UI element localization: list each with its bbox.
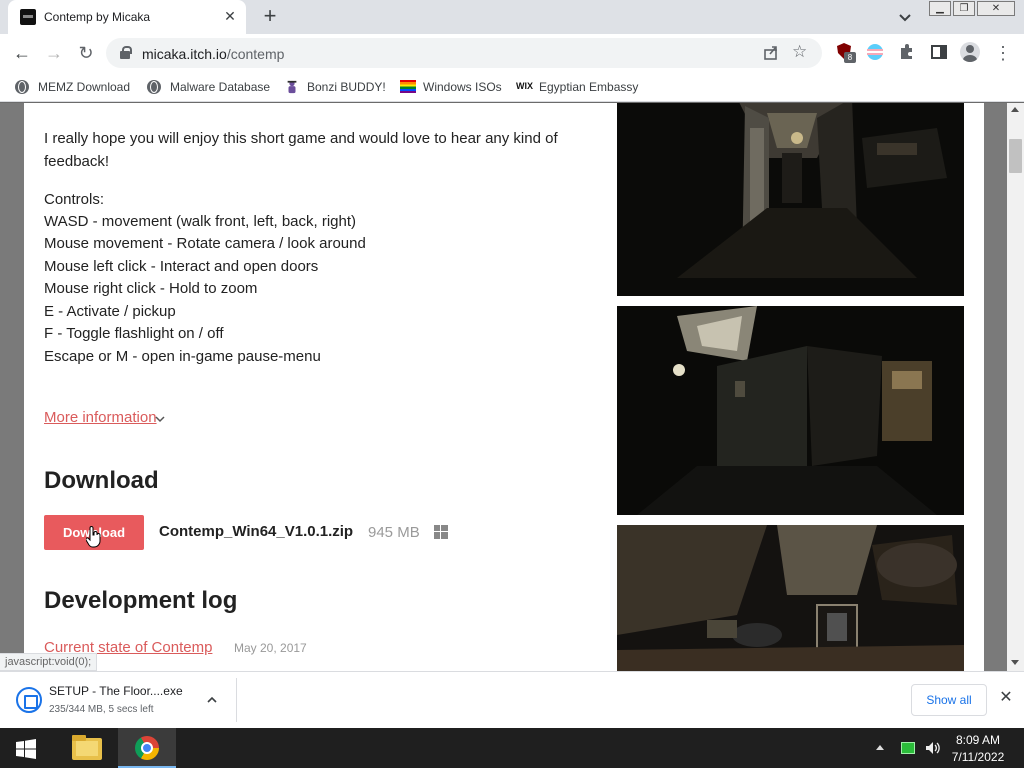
bookmark-label: Windows ISOs xyxy=(423,80,502,94)
share-icon[interactable] xyxy=(762,44,780,62)
bookmark-label: Egyptian Embassy xyxy=(539,80,639,94)
chevron-up-icon[interactable] xyxy=(206,694,218,706)
control-line: Mouse right click - Hold to zoom xyxy=(44,280,258,297)
installer-file-icon[interactable] xyxy=(16,687,42,713)
rainbow-flag-icon xyxy=(400,80,416,93)
windows-taskbar: 8:09 AM 7/11/2022 xyxy=(0,728,1024,768)
forward-button[interactable]: → xyxy=(42,41,66,65)
game-screenshot-3[interactable] xyxy=(617,525,964,671)
game-screenshot-2[interactable] xyxy=(617,306,964,515)
tab-search-chevron-icon[interactable] xyxy=(896,8,914,26)
bookmarks-bar: MEMZ Download Malware Database Bonzi BUD… xyxy=(0,72,1024,102)
development-log-heading: Development log xyxy=(44,587,238,614)
ublock-badge: 8 xyxy=(844,52,856,63)
scrollbar-thumb[interactable] xyxy=(1009,139,1022,173)
bookmark-label: MEMZ Download xyxy=(38,80,131,94)
controls-heading: Controls: xyxy=(44,191,105,208)
new-tab-button[interactable]: + xyxy=(258,5,282,29)
devlog-entry-date: May 20, 2017 xyxy=(234,641,307,655)
trans-flag-extension-icon[interactable] xyxy=(866,43,884,61)
network-icon[interactable] xyxy=(901,742,915,754)
control-line: E - Activate / pickup xyxy=(44,303,176,320)
shelf-divider xyxy=(236,678,237,722)
bookmark-star-icon[interactable]: ☆ xyxy=(792,42,807,62)
profile-avatar-icon[interactable] xyxy=(960,42,980,62)
more-information-link[interactable]: More information xyxy=(44,409,157,426)
maximize-button[interactable]: ❐ xyxy=(953,1,975,16)
show-hidden-icons-icon[interactable] xyxy=(876,745,884,750)
game-page-panel: I really hope you will enjoy this short … xyxy=(24,103,984,671)
globe-icon xyxy=(147,80,161,94)
lock-icon[interactable] xyxy=(120,46,132,59)
reload-button[interactable]: ↻ xyxy=(74,41,98,65)
url-path: /contemp xyxy=(226,46,285,62)
wix-icon: WIX xyxy=(516,81,533,91)
game-screenshot-1[interactable] xyxy=(617,103,964,296)
control-line: Escape or M - open in-game pause-menu xyxy=(44,348,321,365)
file-explorer-icon[interactable] xyxy=(66,728,108,768)
chrome-icon xyxy=(135,736,159,760)
close-shelf-icon[interactable]: ✕ xyxy=(999,690,1013,706)
hand-cursor-icon xyxy=(86,526,101,548)
show-all-downloads-button[interactable]: Show all xyxy=(911,684,987,716)
ublock-extension-icon[interactable]: 8 xyxy=(836,43,856,63)
globe-icon xyxy=(15,80,29,94)
url-text: micaka.itch.io/contemp xyxy=(142,46,284,62)
tab-strip: Contemp by Micaka ✕ + ▁ ❐ ✕ xyxy=(0,0,1024,34)
tab-title: Contemp by Micaka xyxy=(44,10,151,24)
volume-icon[interactable] xyxy=(925,740,941,756)
clock-time[interactable]: 8:09 AM xyxy=(948,733,1008,747)
link-status-tooltip: javascript:void(0); xyxy=(0,653,98,671)
windows-platform-icon xyxy=(434,525,448,539)
tab-contemp[interactable]: Contemp by Micaka ✕ xyxy=(8,0,246,34)
chevron-down-icon[interactable] xyxy=(154,413,166,425)
page-viewport: I really hope you will enjoy this short … xyxy=(0,103,1024,671)
scroll-down-arrow-icon[interactable] xyxy=(1011,660,1019,665)
page-scrollbar[interactable] xyxy=(1007,103,1024,671)
bookmark-label: Malware Database xyxy=(170,80,271,94)
browser-toolbar: ← → ↻ micaka.itch.io/contemp ☆ 8 ⋮ xyxy=(0,34,1024,72)
chrome-menu-icon[interactable]: ⋮ xyxy=(994,43,1012,63)
download-heading: Download xyxy=(44,467,159,494)
download-file-size: 945 MB xyxy=(368,524,420,541)
download-shelf: SETUP - The Floor....exe 235/344 MB, 5 s… xyxy=(0,671,1024,728)
windows-start-icon[interactable] xyxy=(16,739,36,759)
control-line: F - Toggle flashlight on / off xyxy=(44,325,224,342)
control-line: Mouse left click - Interact and open doo… xyxy=(44,258,319,275)
control-line: Mouse movement - Rotate camera / look ar… xyxy=(44,235,366,252)
taskbar-chrome-button[interactable] xyxy=(118,728,176,768)
download-item-name[interactable]: SETUP - The Floor....exe xyxy=(49,684,183,698)
window-close-button[interactable]: ✕ xyxy=(977,1,1015,16)
bonzi-icon xyxy=(287,80,297,94)
clock-date[interactable]: 7/11/2022 xyxy=(948,750,1008,764)
back-button[interactable]: ← xyxy=(10,41,34,65)
bookmark-label: Bonzi BUDDY! xyxy=(307,80,386,94)
intro-paragraph: I really hope you will enjoy this short … xyxy=(44,130,558,170)
control-line: WASD - movement (walk front, left, back,… xyxy=(44,213,357,230)
url-host: micaka.itch.io xyxy=(142,46,227,62)
download-item-status: 235/344 MB, 5 secs left xyxy=(49,704,154,715)
tab-close-icon[interactable]: ✕ xyxy=(222,8,238,24)
side-panel-icon[interactable] xyxy=(930,43,948,61)
scroll-up-arrow-icon[interactable] xyxy=(1011,107,1019,112)
extensions-puzzle-icon[interactable] xyxy=(898,43,916,61)
itch-favicon-icon xyxy=(20,9,36,25)
download-file-name: Contemp_Win64_V1.0.1.zip xyxy=(159,523,354,540)
address-bar[interactable]: micaka.itch.io/contemp ☆ xyxy=(106,38,822,68)
minimize-button[interactable]: ▁ xyxy=(929,1,951,16)
